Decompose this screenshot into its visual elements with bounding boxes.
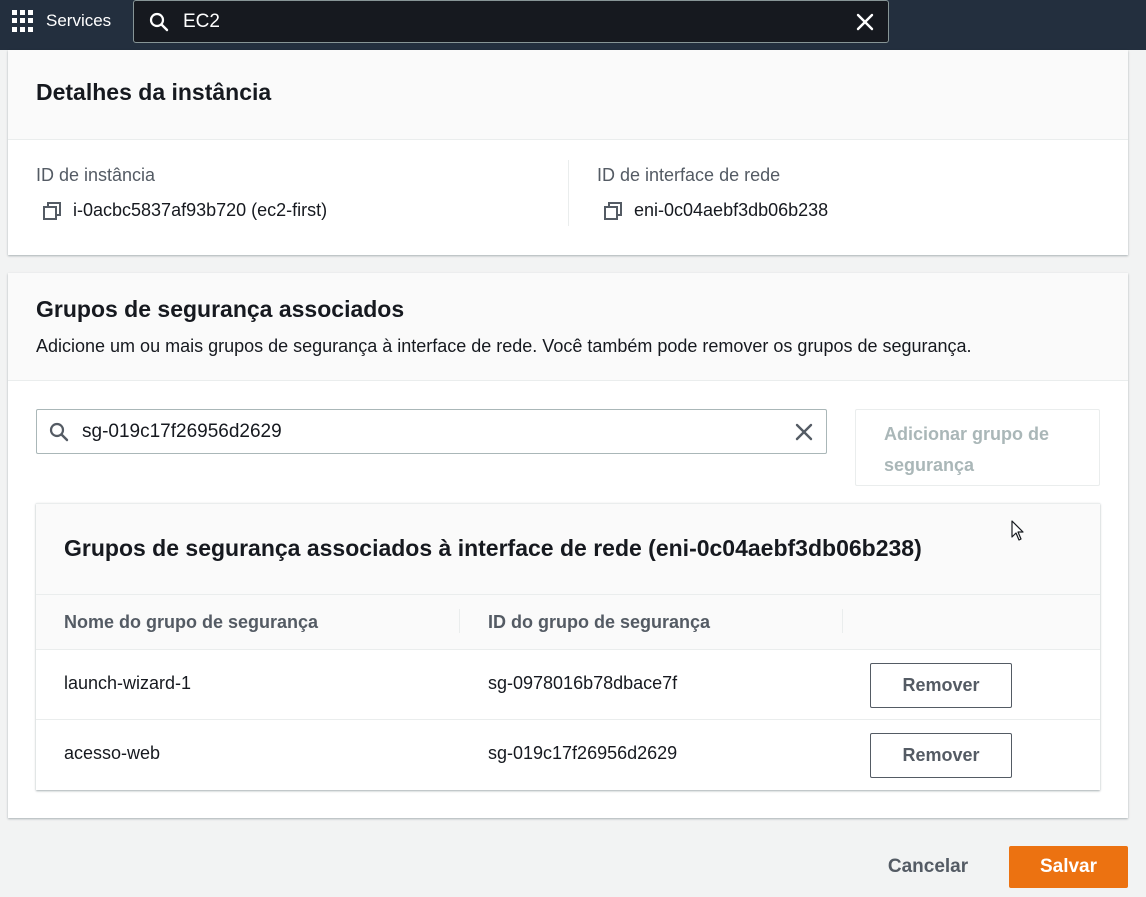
global-search-input[interactable]: EC2 xyxy=(183,11,856,33)
instance-details-panel: Detalhes da instância ID de instância i-… xyxy=(8,50,1128,255)
instance-id-value: i-0acbc5837af93b720 (ec2-first) xyxy=(73,200,328,220)
remove-button[interactable]: Remover xyxy=(870,663,1012,708)
security-groups-panel: Grupos de segurança associados Adicione … xyxy=(8,273,1128,818)
services-menu[interactable]: Services xyxy=(12,10,111,32)
security-group-search[interactable]: sg-019c17f26956d2629 xyxy=(36,409,827,454)
add-security-group-button[interactable]: Adicionar grupo de segurança xyxy=(855,409,1100,486)
security-groups-description: Adicione um ou mais grupos de segurança … xyxy=(36,336,972,356)
save-button[interactable]: Salvar xyxy=(1009,846,1128,888)
instance-id-label: ID de instância xyxy=(36,165,156,185)
column-header-name: Nome do grupo de segurança xyxy=(64,612,319,632)
network-interface-id-field: ID de interface de rede eni-0c04aebf3db0… xyxy=(597,165,828,221)
table-header-row: Nome do grupo de segurança ID do grupo d… xyxy=(36,595,1100,650)
instance-id-field: ID de instância i-0acbc5837af93b720 (ec2… xyxy=(36,165,327,221)
clear-search-icon[interactable] xyxy=(856,13,874,31)
global-search-bar[interactable]: EC2 xyxy=(133,0,889,43)
clear-filter-icon[interactable] xyxy=(794,422,814,442)
search-icon xyxy=(49,422,69,441)
top-navigation: Services EC2 xyxy=(0,0,1146,50)
column-divider xyxy=(568,160,569,226)
remove-button[interactable]: Remover xyxy=(870,733,1012,778)
network-interface-id-value: eni-0c04aebf3db06b238 xyxy=(634,200,829,220)
services-label: Services xyxy=(46,11,112,30)
security-group-id: sg-0978016b78dbace7f xyxy=(488,673,678,693)
security-groups-title: Grupos de segurança associados xyxy=(36,296,405,322)
network-interface-id-label: ID de interface de rede xyxy=(597,165,781,185)
grid-icon xyxy=(12,10,34,32)
security-group-id: sg-019c17f26956d2629 xyxy=(488,743,678,763)
security-group-name: launch-wizard-1 xyxy=(64,673,192,693)
copy-icon[interactable] xyxy=(603,201,623,221)
table-title: Grupos de segurança associados à interfa… xyxy=(36,504,1100,595)
mouse-cursor-icon xyxy=(1011,520,1024,541)
table-row: launch-wizard-1 sg-0978016b78dbace7f Rem… xyxy=(36,650,1100,720)
instance-details-title: Detalhes da instância xyxy=(36,79,272,105)
column-divider xyxy=(842,609,843,633)
security-groups-header: Grupos de segurança associados Adicione … xyxy=(8,273,1128,381)
search-icon xyxy=(149,12,169,31)
column-divider xyxy=(459,609,460,633)
column-header-id: ID do grupo de segurança xyxy=(488,612,711,632)
copy-icon[interactable] xyxy=(42,201,62,221)
security-group-search-input[interactable]: sg-019c17f26956d2629 xyxy=(82,421,794,443)
instance-details-header: Detalhes da instância xyxy=(8,50,1128,140)
cancel-button[interactable]: Cancelar xyxy=(870,846,986,888)
table-row: acesso-web sg-019c17f26956d2629 Remover xyxy=(36,720,1100,790)
security-groups-table: Grupos de segurança associados à interfa… xyxy=(36,503,1100,790)
security-group-name: acesso-web xyxy=(64,743,161,763)
